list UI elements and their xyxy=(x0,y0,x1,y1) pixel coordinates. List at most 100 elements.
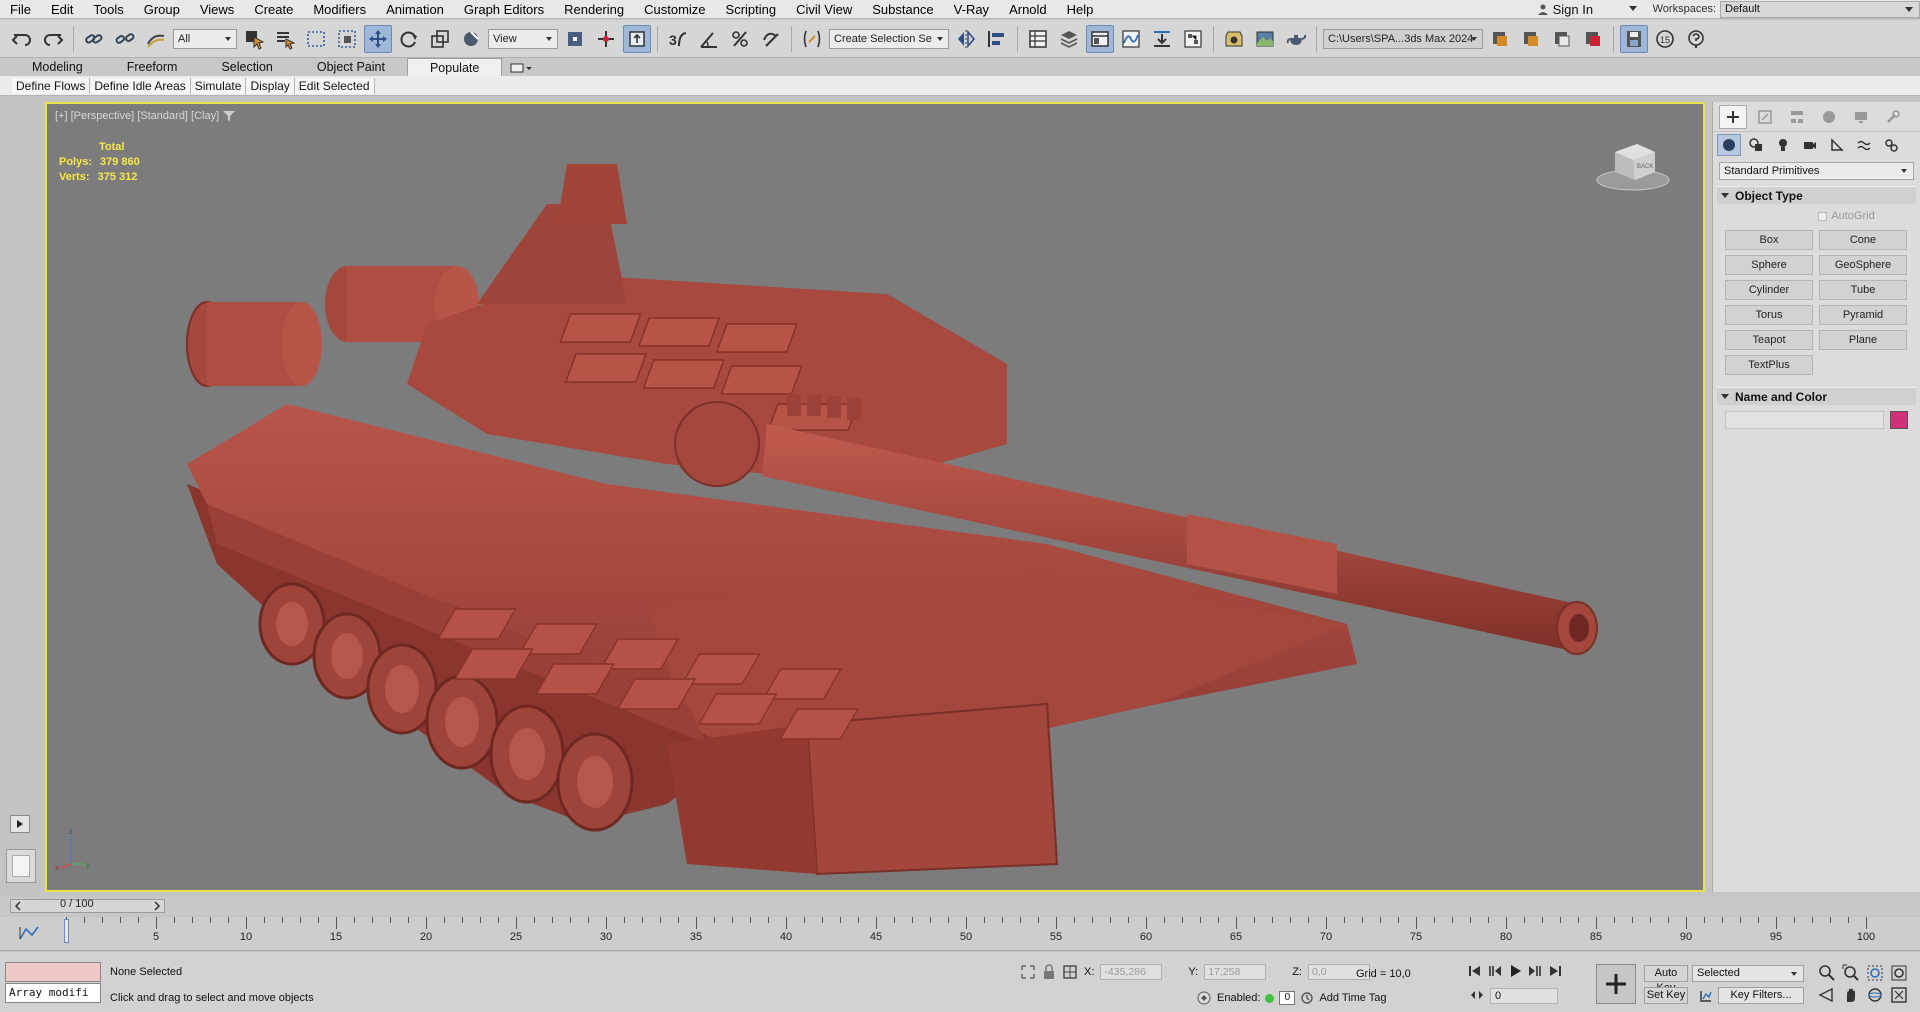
menu-substance[interactable]: Substance xyxy=(862,0,943,18)
selection-filter-dropdown[interactable]: All xyxy=(173,28,237,49)
cylinder-button[interactable]: Cylinder xyxy=(1725,280,1813,300)
bind-space-warp-button[interactable] xyxy=(142,25,170,53)
auto-key-button[interactable]: Auto Key xyxy=(1644,965,1688,994)
rendered-frame-window-button[interactable] xyxy=(1251,25,1279,53)
menu-tools[interactable]: Tools xyxy=(83,0,133,18)
menu-create[interactable]: Create xyxy=(244,0,303,18)
key-filters-button[interactable]: Key Filters... xyxy=(1718,987,1804,1004)
populate-display-button[interactable]: Display xyxy=(246,77,295,94)
ribbon-tab-modeling[interactable]: Modeling xyxy=(10,58,105,76)
pivot-point-button[interactable] xyxy=(561,25,589,53)
go-to-end-icon[interactable] xyxy=(1548,965,1562,977)
edit-named-selection-button[interactable] xyxy=(798,25,826,53)
key-set-dropdown[interactable]: Selected xyxy=(1692,965,1804,982)
plane-button[interactable]: Plane xyxy=(1819,330,1907,350)
populate-define-idle-areas-button[interactable]: Define Idle Areas xyxy=(90,77,191,94)
utilities-tab[interactable] xyxy=(1879,105,1907,129)
space-warps-tab[interactable] xyxy=(1852,134,1876,156)
maxscript-listener-input[interactable]: Array modifi xyxy=(5,983,101,1003)
key-filter-icon[interactable] xyxy=(1698,988,1714,1004)
geosphere-button[interactable]: GeoSphere xyxy=(1819,255,1907,275)
percent-snap-button[interactable] xyxy=(726,25,754,53)
viewcube[interactable]: BACK xyxy=(1593,134,1673,194)
key-mode-icon[interactable] xyxy=(1470,988,1484,1002)
menu-customize[interactable]: Customize xyxy=(634,0,715,18)
menu-civil-view[interactable]: Civil View xyxy=(786,0,862,18)
toggle-ribbon-button[interactable] xyxy=(1086,24,1114,53)
snaps-toggle-button[interactable]: 3 xyxy=(664,25,692,53)
torus-button[interactable]: Torus xyxy=(1725,305,1813,325)
lights-tab[interactable] xyxy=(1771,134,1795,156)
render-production-button[interactable] xyxy=(1282,25,1310,53)
window-crossing-button[interactable] xyxy=(333,25,361,53)
set-key-button[interactable]: Set Key xyxy=(1644,987,1688,1004)
perspective-viewport[interactable]: [+] [Perspective] [Standard] [Clay] Tota… xyxy=(45,102,1705,892)
cameras-tab[interactable] xyxy=(1798,134,1822,156)
absolute-mode-icon[interactable] xyxy=(1062,964,1078,980)
workspace-dropdown[interactable]: Default xyxy=(1720,0,1920,18)
ribbon-tab-selection[interactable]: Selection xyxy=(199,58,294,76)
display-tab[interactable] xyxy=(1847,105,1875,129)
link-button[interactable] xyxy=(80,25,108,53)
adaptive-degradation-icon[interactable] xyxy=(1196,990,1212,1006)
previous-frame-icon[interactable] xyxy=(1488,965,1502,977)
viewport-layout-preview[interactable] xyxy=(6,849,36,883)
layer-explorer-button[interactable] xyxy=(1055,25,1083,53)
select-and-move-button[interactable] xyxy=(364,24,392,53)
time-slider[interactable]: 0 / 100 xyxy=(0,897,1920,915)
viewport-label-menu[interactable]: [+] [Perspective] [Standard] [Clay] xyxy=(55,110,237,122)
lock-icon[interactable] xyxy=(1042,964,1056,980)
object-color-swatch[interactable] xyxy=(1890,411,1908,429)
undo-button[interactable] xyxy=(8,25,36,53)
isolate-icon[interactable] xyxy=(1020,964,1036,980)
align-button[interactable] xyxy=(983,25,1011,53)
orbit-icon[interactable] xyxy=(1866,986,1884,1004)
motion-tab[interactable] xyxy=(1815,105,1843,129)
teapot-button[interactable]: Teapot xyxy=(1725,330,1813,350)
ribbon-options-button[interactable] xyxy=(502,60,533,76)
menu-v-ray[interactable]: V-Ray xyxy=(944,0,999,18)
create-tab[interactable] xyxy=(1719,104,1747,129)
field-of-view-icon[interactable] xyxy=(1818,986,1836,1004)
named-selection-dropdown[interactable]: Create Selection Se xyxy=(829,28,949,49)
zoom-extents-all-icon[interactable] xyxy=(1890,964,1908,982)
scene-explorer-button[interactable] xyxy=(1024,25,1052,53)
helpers-tab[interactable] xyxy=(1825,134,1849,156)
chevron-right-icon[interactable] xyxy=(153,901,161,911)
next-frame-icon[interactable] xyxy=(1528,965,1542,977)
box-button[interactable]: Box xyxy=(1725,230,1813,250)
zoom-extents-icon[interactable] xyxy=(1866,964,1884,982)
add-time-tag-button[interactable]: Add Time Tag xyxy=(1319,992,1386,1004)
filter-icon[interactable] xyxy=(221,110,237,122)
play-icon[interactable] xyxy=(1508,964,1522,978)
select-manipulate-button[interactable] xyxy=(592,25,620,53)
time-tag-icon[interactable] xyxy=(1300,991,1314,1005)
ribbon-tab-populate[interactable]: Populate xyxy=(406,58,503,76)
spinner-snap-button[interactable] xyxy=(757,25,785,53)
populate-simulate-button[interactable]: Simulate xyxy=(190,77,247,94)
y-coordinate-field[interactable]: 17,258 xyxy=(1204,964,1267,980)
expand-layout-button[interactable] xyxy=(10,815,30,833)
x-coordinate-field[interactable]: -435,286 xyxy=(1100,964,1163,980)
pan-icon[interactable] xyxy=(1842,986,1860,1004)
unlink-button[interactable] xyxy=(111,25,139,53)
menu-file[interactable]: File xyxy=(0,0,41,18)
select-by-name-button[interactable] xyxy=(271,25,299,53)
redo-button[interactable] xyxy=(39,25,67,53)
reference-coordinate-dropdown[interactable]: View xyxy=(488,28,558,49)
menu-group[interactable]: Group xyxy=(134,0,190,18)
timeline-ticks[interactable]: 5 10 15 20 25 30 35 40 45 50 55 60 65 70 75 80 85 90 95 100 xyxy=(64,917,1875,951)
systems-tab[interactable] xyxy=(1879,134,1903,156)
go-to-start-icon[interactable] xyxy=(1468,965,1482,977)
zoom-all-icon[interactable] xyxy=(1842,964,1860,982)
autosave-button[interactable]: 15 xyxy=(1651,25,1679,53)
zoom-icon[interactable] xyxy=(1818,964,1836,982)
menu-scripting[interactable]: Scripting xyxy=(716,0,787,18)
dope-sheet-button[interactable] xyxy=(1148,25,1176,53)
shapes-tab[interactable] xyxy=(1744,134,1768,156)
rect-selection-button[interactable] xyxy=(302,25,330,53)
project-folder-dropdown[interactable]: C:\Users\SPA...3ds Max 2024 xyxy=(1323,28,1483,49)
pyramid-button[interactable]: Pyramid xyxy=(1819,305,1907,325)
sign-in-button[interactable]: Sign In xyxy=(1525,0,1645,19)
curve-editor-button[interactable] xyxy=(1117,25,1145,53)
